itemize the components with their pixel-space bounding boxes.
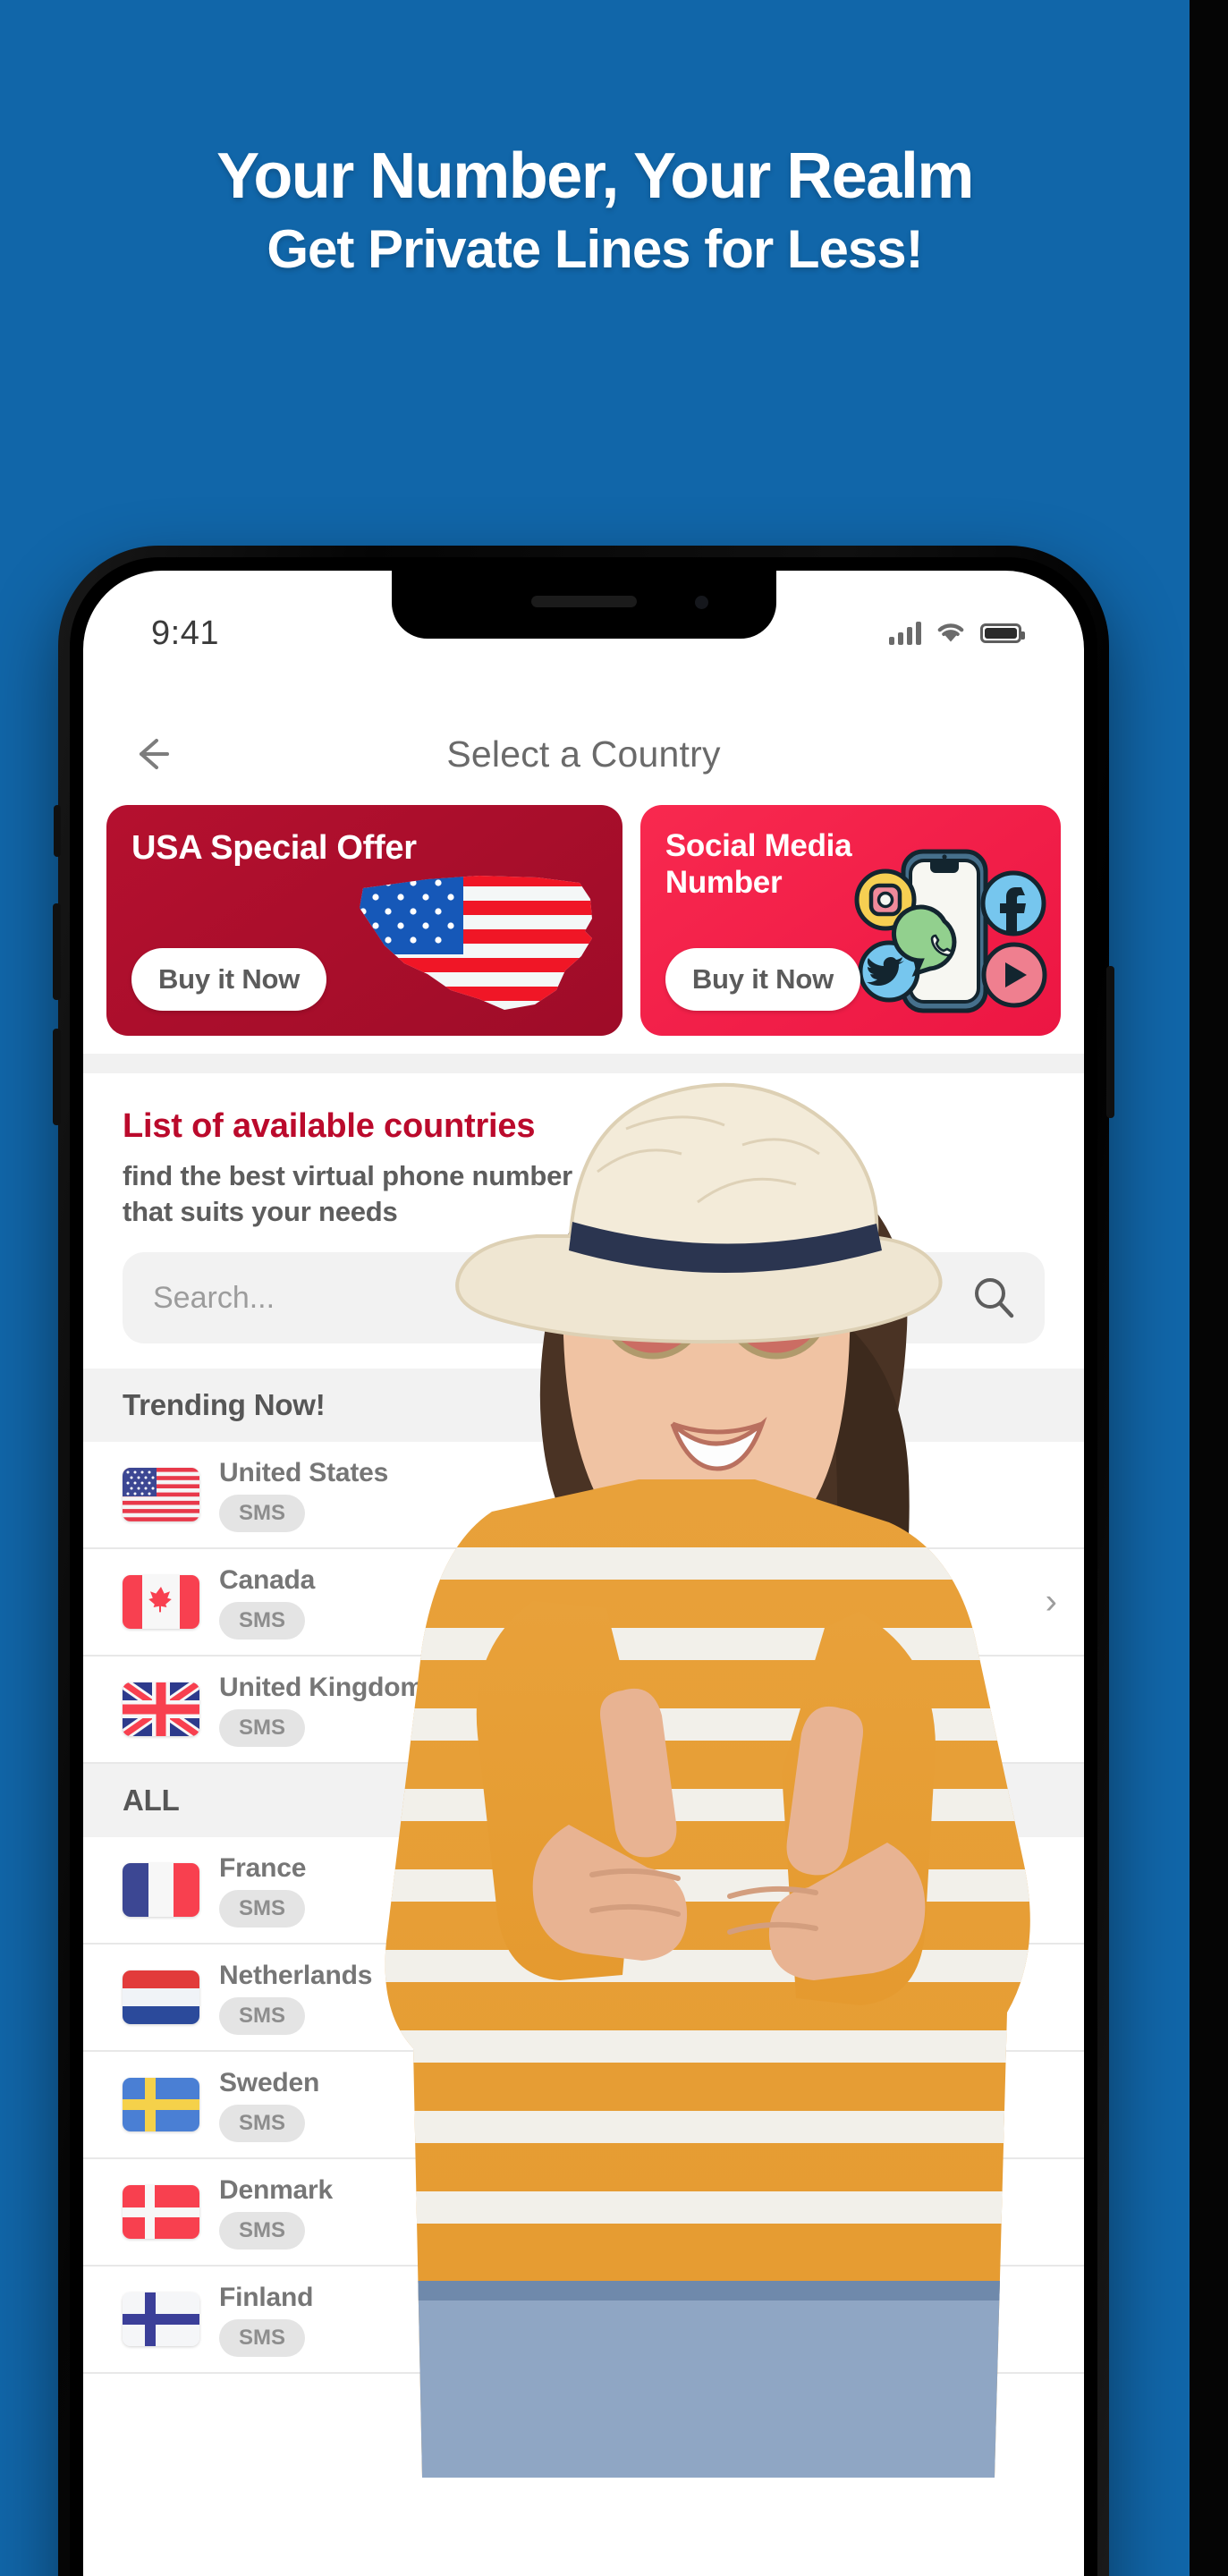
flag-dk-icon [123,2185,199,2240]
section-heading-trending: Trending Now! [83,1368,1084,1443]
offer-card-social[interactable]: Social Media Number Buy it Now [639,805,1061,1036]
search-icon[interactable] [970,1274,1018,1322]
country-name: United States [219,1457,389,1487]
country-list-title: List of available countries [123,1107,536,1145]
country-list-subtitle-line-1: find the best virtual phone number [123,1160,573,1191]
power-button[interactable] [1106,966,1114,1118]
flag-fi-icon [123,2292,199,2347]
country-meta: Netherlands SMS [219,1961,372,2035]
sms-badge: SMS [219,1601,306,1640]
country-name: Denmark [219,2174,333,2205]
page-title: Select a Country [446,733,721,775]
country-name: Canada [219,1564,316,1595]
search-bar[interactable]: Search... [123,1252,1045,1344]
offer-card-social-title: Social Media Number [665,828,852,900]
country-name: Netherlands [219,1960,373,1990]
country-list-section: List of available countries find the bes… [83,1073,1084,2576]
offer-card-usa-buy-button[interactable]: Buy it Now [131,948,327,1011]
silent-switch[interactable] [54,805,61,857]
flag-fr-icon [123,1863,199,1918]
status-time: 9:41 [151,614,219,652]
sms-badge: SMS [219,2104,306,2142]
country-meta: Sweden SMS [219,2068,319,2142]
country-name: Finland [219,2282,314,2312]
country-name: France [219,1852,307,1883]
back-arrow-icon[interactable] [121,723,183,785]
promo-headline: Your Number, Your Realm Get Private Line… [0,143,1190,283]
country-meta: Canada SMS [219,1565,315,1640]
country-row-united-states[interactable]: United States SMS [83,1442,1084,1550]
country-list-subtitle-line-2: that suits your needs [123,1195,398,1227]
flag-us-icon [123,1468,199,1522]
page-stage: Your Number, Your Realm Get Private Line… [0,0,1228,2576]
country-meta: Denmark SMS [219,2175,333,2250]
volume-up-button[interactable] [53,903,61,1000]
flag-ca-icon [123,1575,199,1630]
flag-gb-icon [123,1682,199,1737]
offer-card-usa-title: USA Special Offer [131,829,417,867]
sms-badge: SMS [219,1996,306,2035]
flag-nl-icon [123,1970,199,2025]
country-name: United Kingdom [219,1672,424,1702]
country-row-finland[interactable]: Finland SMS [83,2267,1084,2375]
flag-se-icon [123,2078,199,2132]
headline-line-2: Get Private Lines for Less! [267,218,923,279]
sms-badge: SMS [219,2211,306,2250]
country-row-france[interactable]: France SMS [83,1837,1084,1945]
offer-cards: USA Special Offer Buy it Now Social Medi… [83,805,1084,1036]
earpiece-speaker [530,596,637,607]
country-row-netherlands[interactable]: Netherlands SMS [83,1945,1084,2053]
country-meta: United States SMS [219,1458,388,1532]
status-icons [889,620,1025,648]
country-meta: United Kingdom SMS [219,1673,424,1747]
country-row-united-kingdom[interactable]: United Kingdom SMS [83,1657,1084,1765]
offer-card-social-buy-button[interactable]: Buy it Now [665,948,861,1011]
section-divider [83,1054,1084,1073]
country-meta: France SMS [219,1853,306,1928]
phone-screen: 9:41 Select a Country USA Special Offer … [83,571,1084,2576]
phone-mockup: 9:41 Select a Country USA Special Offer … [53,546,1114,2576]
wifi-icon [936,620,966,648]
sms-badge: SMS [219,1708,306,1747]
sms-badge: SMS [219,1494,306,1532]
right-black-strip [1190,0,1228,2576]
battery-full-icon [980,623,1025,643]
country-list-subtitle: find the best virtual phone number that … [123,1158,1045,1229]
signal-bars-icon [889,622,921,645]
usa-map-flag-icon [359,876,592,1010]
country-list-header: List of available countries find the bes… [83,1073,1084,1229]
volume-down-button[interactable] [53,1029,61,1125]
search-input[interactable]: Search... [153,1281,275,1316]
country-name: Sweden [219,2067,320,2097]
front-camera-icon [694,596,708,609]
sms-badge: SMS [219,1889,306,1928]
app-header: Select a Country [83,705,1084,803]
offer-card-usa[interactable]: USA Special Offer Buy it Now [106,805,622,1036]
country-row-sweden[interactable]: Sweden SMS [83,2052,1084,2160]
country-row-canada[interactable]: Canada SMS › [83,1549,1084,1657]
sms-badge: SMS [219,2318,306,2357]
section-heading-all: ALL [83,1764,1084,1838]
chevron-right-icon: › [1045,1581,1057,1622]
headline-line-1: Your Number, Your Realm [216,140,974,212]
country-row-denmark[interactable]: Denmark SMS [83,2159,1084,2267]
phone-notch [391,571,776,639]
country-meta: Finland SMS [219,2283,313,2357]
